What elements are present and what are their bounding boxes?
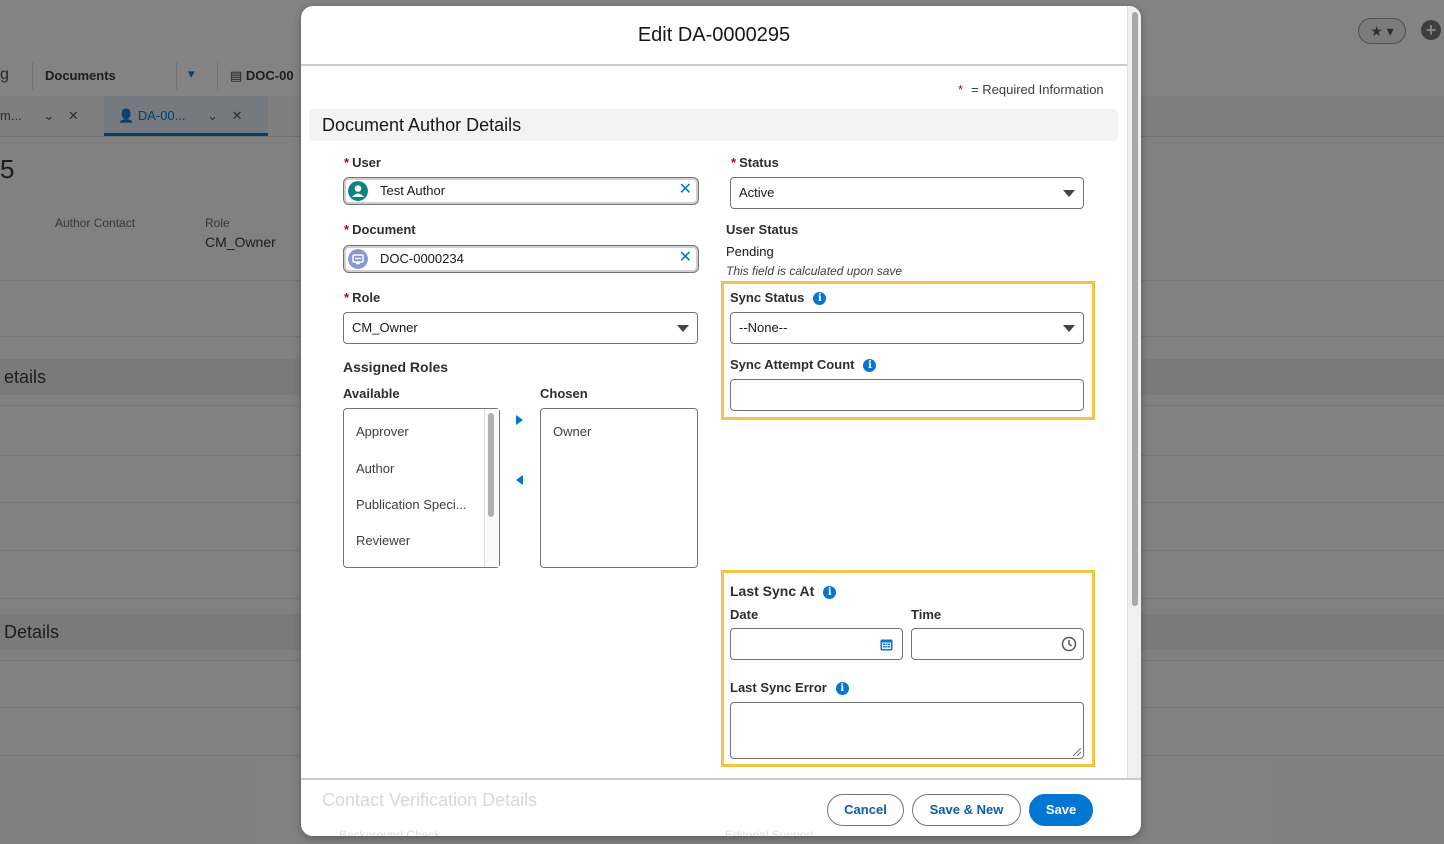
modal-scrollbar[interactable] [1127, 6, 1141, 778]
resize-handle-icon[interactable] [1073, 748, 1081, 756]
move-left-icon[interactable] [516, 475, 523, 485]
status-select[interactable]: Active [730, 177, 1084, 209]
info-icon[interactable]: i [813, 292, 827, 305]
required-star: * [731, 155, 737, 170]
listbox-option[interactable]: Reviewer [356, 533, 410, 548]
user-label-text: User [352, 155, 381, 170]
listbox-option[interactable]: Author [356, 461, 394, 476]
last-sync-error-label: Last Sync Error i [730, 680, 849, 695]
user-status-note: This field is calculated upon save [726, 264, 903, 278]
listbox-scrollbar-thumb[interactable] [488, 413, 494, 517]
status-label: * Status [731, 155, 779, 170]
caret-down-icon [1063, 190, 1075, 197]
clear-user-icon[interactable]: ✕ [679, 181, 692, 199]
role-select[interactable]: CM_Owner [343, 312, 698, 344]
info-icon[interactable]: i [823, 586, 837, 599]
role-label-text: Role [352, 290, 381, 305]
document-lookup-value: DOC-0000234 [380, 251, 464, 266]
user-status-label: User Status [726, 222, 799, 237]
required-star: * [344, 290, 350, 305]
modal-header: Edit DA-0000295 [301, 6, 1127, 66]
user-label: * User [344, 155, 381, 170]
required-star: * [958, 82, 964, 97]
required-star: * [344, 155, 350, 170]
user-lookup[interactable]: Test Author ✕ [343, 177, 699, 205]
section-header-document-author-details[interactable]: Document Author Details [309, 109, 1118, 141]
next-field-label: Background Check [339, 828, 441, 836]
move-right-icon[interactable] [516, 415, 523, 425]
user-avatar-icon [348, 181, 368, 201]
chosen-roles-listbox[interactable]: Owner [540, 408, 698, 568]
save-and-new-button[interactable]: Save & New [912, 794, 1021, 826]
available-label: Available [343, 386, 400, 401]
role-select-value: CM_Owner [352, 320, 418, 335]
modal-footer: Contact Verification Details Background … [301, 778, 1141, 836]
listbox-option[interactable]: Approver [356, 424, 409, 439]
last-sync-error-textarea[interactable] [730, 702, 1084, 759]
document-label: * Document [344, 222, 416, 237]
last-sync-date-input[interactable] [730, 628, 903, 660]
chosen-label: Chosen [540, 386, 588, 401]
sync-status-select-value: --None-- [739, 320, 788, 335]
last-sync-at-label-text: Last Sync At [730, 583, 815, 599]
status-select-value: Active [739, 185, 775, 200]
sync-status-select[interactable]: --None-- [730, 312, 1084, 344]
caret-down-icon [677, 325, 689, 332]
date-label: Date [730, 607, 759, 622]
time-label: Time [911, 607, 942, 622]
document-lookup[interactable]: DOC-0000234 ✕ [343, 245, 699, 273]
listbox-scrollbar[interactable] [484, 409, 499, 567]
last-sync-time-input[interactable] [911, 628, 1084, 660]
required-legend: * = Required Information [958, 82, 1104, 97]
clock-icon[interactable] [1061, 636, 1077, 652]
next-field-label: Editorial Support [725, 828, 814, 836]
calendar-icon[interactable] [880, 638, 893, 651]
info-icon[interactable]: i [835, 682, 849, 695]
modal-scrollbar-thumb[interactable] [1132, 12, 1138, 606]
user-status-value: Pending [726, 244, 774, 259]
next-section-title: Contact Verification Details [322, 790, 538, 810]
edit-record-modal: Edit DA-0000295 * = Required Information … [301, 6, 1141, 836]
document-label-text: Document [352, 222, 416, 237]
required-star: * [344, 222, 350, 237]
required-legend-text: = Required Information [971, 82, 1104, 97]
sync-attempt-count-label: Sync Attempt Count i [730, 357, 877, 372]
listbox-option[interactable]: Publication Speci... [356, 497, 467, 512]
sync-attempt-count-input[interactable] [730, 379, 1084, 411]
sync-attempt-count-label-text: Sync Attempt Count [730, 357, 855, 372]
available-roles-listbox[interactable]: Approver Author Publication Speci... Rev… [343, 408, 500, 568]
role-label: * Role [344, 290, 380, 305]
caret-down-icon [1063, 325, 1075, 332]
listbox-option[interactable]: Owner [553, 424, 591, 439]
modal-title: Edit DA-0000295 [637, 24, 791, 46]
section-title: Document Author Details [322, 115, 522, 135]
document-icon [348, 249, 368, 269]
status-label-text: Status [739, 155, 779, 170]
cancel-button[interactable]: Cancel [827, 794, 904, 826]
sync-status-label: Sync Status i [730, 290, 827, 305]
clear-document-icon[interactable]: ✕ [679, 249, 692, 267]
last-sync-at-label: Last Sync At i [730, 583, 837, 599]
save-button[interactable]: Save [1029, 794, 1093, 826]
info-icon[interactable]: i [863, 359, 877, 372]
assigned-roles-label: Assigned Roles [343, 359, 449, 375]
sync-status-label-text: Sync Status [730, 290, 805, 305]
last-sync-error-label-text: Last Sync Error [730, 680, 827, 695]
user-lookup-value: Test Author [380, 183, 446, 198]
